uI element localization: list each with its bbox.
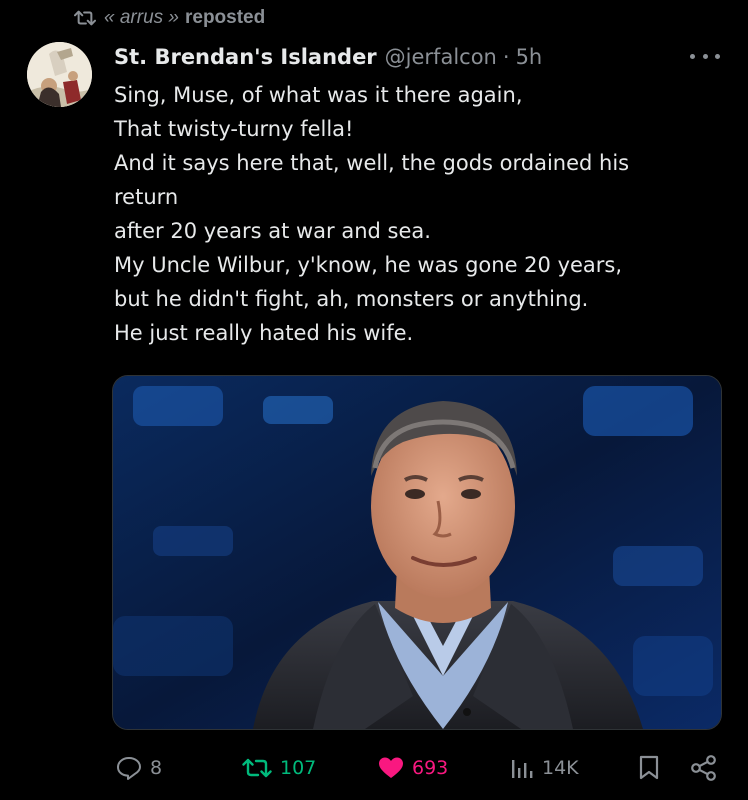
action-bar: 8 107 693 14K (0, 748, 748, 788)
reply-icon (116, 756, 142, 780)
post-image[interactable] (112, 375, 722, 730)
repost-icon (74, 8, 96, 28)
display-name[interactable]: St. Brendan's Islander (114, 45, 377, 69)
bookmark-icon (638, 755, 660, 781)
more-icon[interactable] (690, 46, 720, 66)
share-icon (690, 755, 718, 781)
retweet-count: 107 (280, 757, 317, 779)
like-count: 693 (412, 757, 449, 779)
reply-count: 8 (150, 757, 163, 779)
retweet-icon (242, 756, 272, 780)
post-line: That twisty-turny fella! (114, 117, 354, 141)
post-line: Sing, Muse, of what was it there again, (114, 83, 523, 107)
repost-label: reposted (184, 7, 266, 28)
post-line: My Uncle Wilbur, y'know, he was gone 20 … (114, 253, 623, 277)
post-line: after 20 years at war and sea. (114, 219, 431, 243)
post-header: St. Brendan's Islander @jerfalcon · 5h (114, 42, 542, 72)
repost-header[interactable]: « arrus » reposted (74, 5, 265, 31)
retweet-button[interactable]: 107 (242, 748, 316, 788)
post-line: but he didn't fight, ah, monsters or any… (114, 287, 589, 311)
post-line: And it says here that, well, the gods or… (114, 151, 630, 175)
post-line: return (114, 185, 179, 209)
avatar[interactable] (27, 42, 92, 107)
post-text: Sing, Muse, of what was it there again, … (114, 78, 714, 350)
views-icon (510, 756, 534, 780)
like-button[interactable]: 693 (378, 748, 448, 788)
views-count: 14K (542, 757, 579, 779)
share-button[interactable] (690, 748, 726, 788)
reposter-name[interactable]: « arrus » (104, 7, 179, 29)
separator: · (502, 45, 510, 69)
post-line: He just really hated his wife. (114, 321, 414, 345)
timestamp[interactable]: 5h (516, 45, 543, 69)
views-button[interactable]: 14K (510, 748, 579, 788)
handle[interactable]: @jerfalcon (385, 45, 497, 69)
bookmark-button[interactable] (638, 748, 668, 788)
heart-icon (378, 756, 404, 780)
reply-button[interactable]: 8 (116, 748, 162, 788)
